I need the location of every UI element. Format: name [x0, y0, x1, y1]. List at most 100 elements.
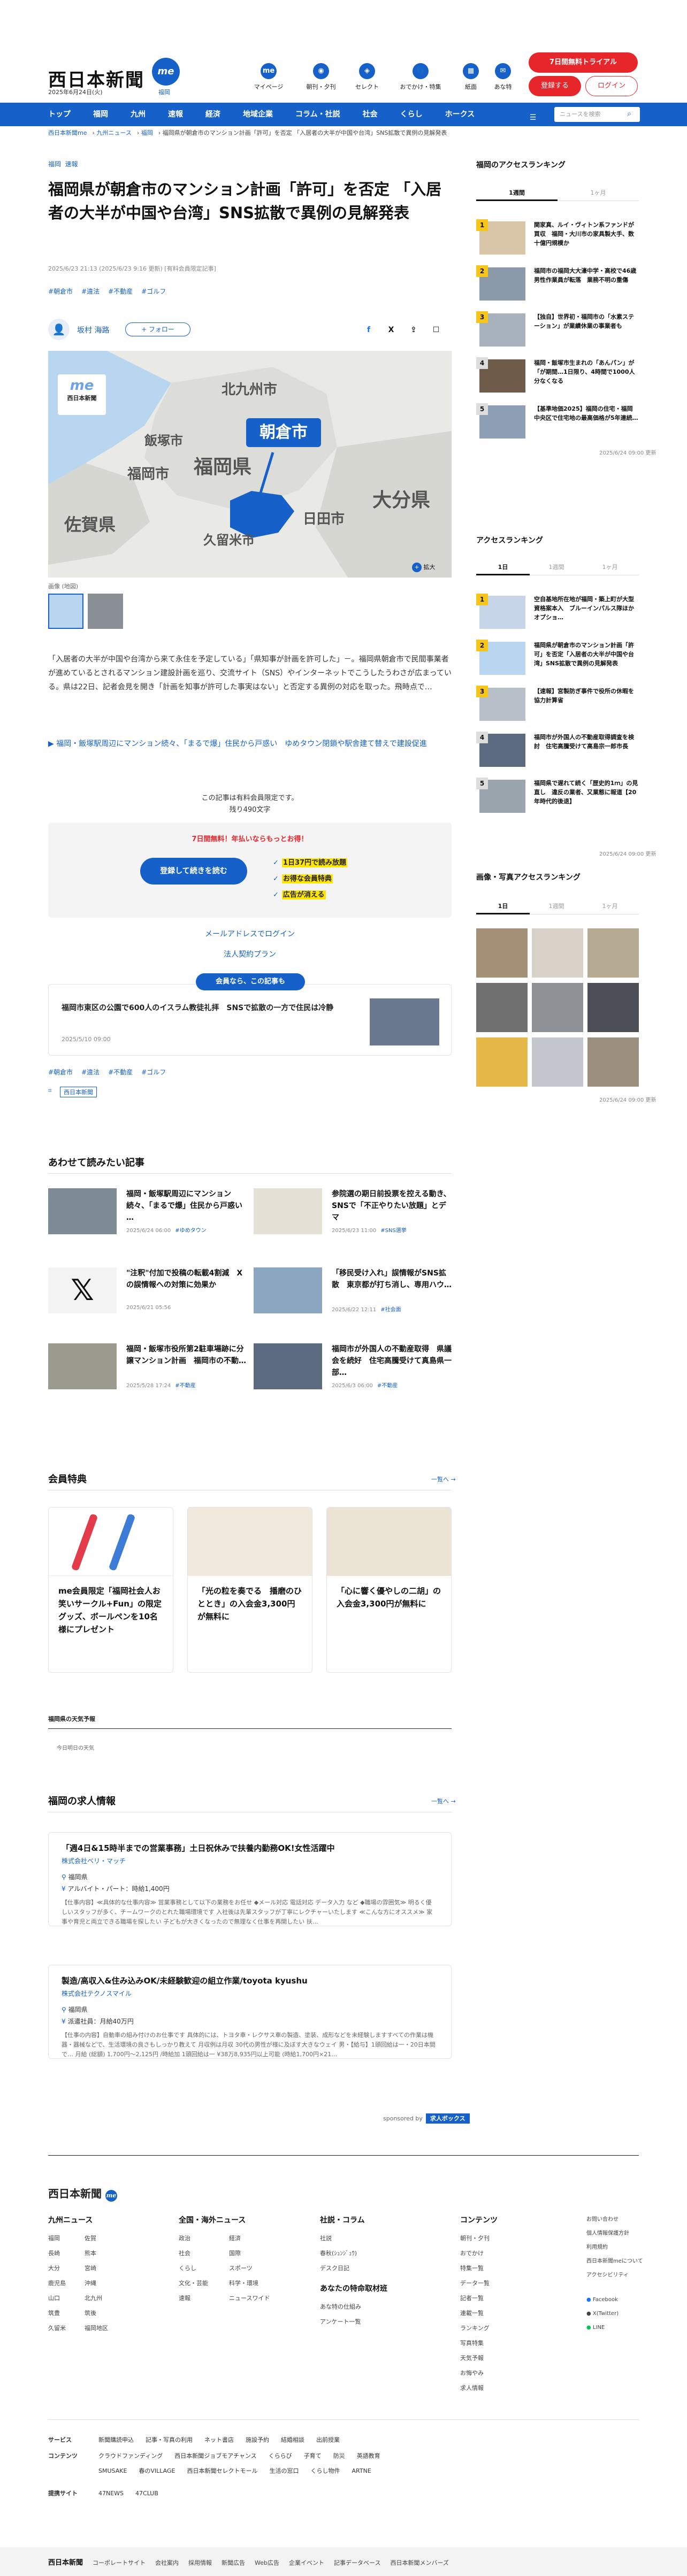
subscribe-button[interactable]: 登録して続きを読む: [140, 858, 247, 885]
ranking-item[interactable]: 2 福岡市の福岡大大濠中学・高校で46歳男性作業員が転落 業務不明の重傷: [476, 263, 639, 302]
member-article-card[interactable]: 福岡市東区の公園で600人のイスラム教徒礼拝 SNSで拡散の一方で住民は冷静 2…: [48, 984, 452, 1056]
photo-ranking-item[interactable]: [587, 928, 639, 978]
article-map-image[interactable]: me 西日本新聞 北九州市 飯塚市 朝倉市 福岡市 福岡県 佐賀県 日田市 久留…: [48, 351, 452, 578]
login-button[interactable]: ログイン: [585, 76, 638, 96]
hashtag[interactable]: #ゴルフ: [141, 1068, 166, 1076]
tab-day[interactable]: 1日: [476, 559, 530, 575]
nav-paper[interactable]: ◉ 朝刊・夕刊: [300, 63, 342, 91]
facebook-icon[interactable]: f: [362, 323, 376, 337]
recommended-item[interactable]: 参院選の期日前投票を控える動き、SNSで「不正やりたい放題」とデマ 2025/6…: [254, 1188, 452, 1234]
breadcrumb-item[interactable]: 福岡: [141, 129, 153, 136]
perk-card[interactable]: me会員限定「福岡社会人お笑いサークル+Fun」の限定グッズ、ボールペンを10名…: [48, 1507, 173, 1673]
hashtag[interactable]: #朝倉市: [48, 1068, 73, 1076]
sponsor-label[interactable]: sponsored by 求人ボックス: [383, 2113, 470, 2124]
gallery-thumb-photo[interactable]: [88, 594, 123, 629]
author-name[interactable]: 坂村 海路: [77, 325, 109, 335]
register-button[interactable]: 登録する: [529, 76, 581, 96]
category-tag[interactable]: 福岡: [48, 160, 61, 168]
facebook-link[interactable]: ● Facebook: [586, 2293, 643, 2307]
nav-kurashi[interactable]: くらし: [389, 103, 434, 126]
hashtag[interactable]: #違法: [81, 288, 100, 295]
photo-ranking-item[interactable]: [532, 928, 583, 978]
nav-mypage[interactable]: me マイページ: [247, 63, 290, 91]
zoom-button[interactable]: + 拡大: [412, 563, 436, 572]
yen-icon: ¥: [62, 2018, 68, 2025]
ranking-item[interactable]: 4 福岡・飯塚市生まれの「あんパン」が「が期間…1日限り、4時間で1000人分なく…: [476, 355, 639, 394]
category-tag[interactable]: 速報: [65, 160, 78, 168]
hashtag[interactable]: #朝倉市: [48, 288, 73, 295]
recommended-item[interactable]: 「移民受け入れ」誤情報がSNS拡散 東京都が打ち消し、専用ハウ… 2025/6/…: [254, 1267, 452, 1313]
header-area[interactable]: 福岡: [158, 88, 170, 96]
nav-keizai[interactable]: 経済: [194, 103, 232, 126]
bookmark-icon[interactable]: ☐: [429, 323, 443, 337]
x-link[interactable]: ● X(Twitter): [586, 2307, 643, 2321]
tab-week[interactable]: 1週間: [530, 559, 583, 575]
nav-fukuoka[interactable]: 福岡: [82, 103, 119, 126]
trial-button[interactable]: 7日間無料トライアル: [529, 52, 638, 73]
hashtag[interactable]: #違法: [81, 1068, 100, 1076]
nav-column[interactable]: コラム・社説: [284, 103, 352, 126]
ranking-item[interactable]: 4 福岡市が外国人の不動産取得調査を検討 住宅高騰受けて高島宗一郎市長: [476, 729, 639, 768]
line-link[interactable]: ● LINE: [586, 2321, 643, 2335]
tab-week[interactable]: 1週間: [530, 898, 583, 914]
subscribe-box: 7日間無料！年払いならもっとお得！ 登録して続きを読む ✓ 1日37円で読み放題 …: [48, 822, 452, 918]
nav-select[interactable]: ◈ セレクト: [346, 63, 388, 91]
email-login-link[interactable]: メールアドレスでログイン: [48, 928, 452, 939]
tab-month[interactable]: 1ヶ月: [558, 185, 639, 201]
tab-day[interactable]: 1日: [476, 898, 530, 914]
related-link[interactable]: ▶ 福岡・飯塚駅周辺にマンション続々、「まるで爆」住民から戸惑い ゆめタウン閉鎖…: [48, 737, 452, 751]
perks-more-link[interactable]: 一覧へ →: [431, 1475, 456, 1483]
article-meta: 2025/6/23 21:13 (2025/6/23 9:16 更新) [有料会…: [48, 265, 216, 272]
x-icon[interactable]: X: [384, 323, 398, 337]
recommended-image: [254, 1343, 322, 1389]
ranking-item[interactable]: 5 福岡県で遅れて続く「歴史的1ｍ」の見直し 違反の業者、又業態に報道【20年時代…: [476, 775, 639, 814]
photo-ranking-item[interactable]: [476, 928, 528, 978]
photo-ranking-item[interactable]: [476, 983, 528, 1032]
author-avatar-icon[interactable]: 👤: [48, 319, 70, 340]
nav-top[interactable]: トップ: [0, 103, 82, 126]
follow-button[interactable]: + フォロー: [125, 322, 190, 336]
nav-chiiki[interactable]: 地域企業: [232, 103, 284, 126]
map-label: 日田市: [303, 511, 345, 527]
corporate-plan-link[interactable]: 法人契約プラン: [48, 949, 452, 959]
photo-ranking-item[interactable]: [532, 983, 583, 1032]
tab-month[interactable]: 1ヶ月: [583, 559, 637, 575]
recommended-item[interactable]: 福岡市が外国人の不動産取得 県議会を続好 住宅高騰受けて真島県一部… 2025/…: [254, 1343, 452, 1389]
nav-shakai[interactable]: 社会: [352, 103, 389, 126]
search-icon[interactable]: ⌕: [627, 110, 631, 118]
recommended-item[interactable]: 福岡・飯塚駅周辺にマンション続々、「まるで爆」住民から戸惑い … 2025/6/…: [48, 1188, 246, 1234]
ranking-item[interactable]: 5 【基準地価2025】福岡の住宅・福岡 中央区で住宅地の最高価格が5年連続…: [476, 401, 639, 440]
ranking-item[interactable]: 3 【速報】宮製防ぎ事件で役所の休暇を協力計算省: [476, 683, 639, 722]
job-card[interactable]: 製造/高収入&住み込みOK/未経験歓迎の組立作業/toyota kyushu 株…: [48, 1965, 452, 2059]
ranking-item[interactable]: 3 【独自】世界初・福岡市の「水素ステーション」が業績休業の事業者も: [476, 309, 639, 348]
jobs-more-link[interactable]: 一覧へ →: [431, 1797, 456, 1805]
tab-month[interactable]: 1ヶ月: [583, 898, 637, 914]
breadcrumb-item[interactable]: 西日本新聞me: [48, 129, 87, 136]
photo-ranking-item[interactable]: [476, 1037, 528, 1087]
nav-hawks[interactable]: ホークス: [434, 103, 486, 126]
footer-logo[interactable]: 西日本新聞 me: [48, 2185, 117, 2202]
breadcrumb-item[interactable]: 九州ニュース: [96, 129, 131, 136]
photo-ranking-item[interactable]: [532, 1037, 583, 1087]
source-tag[interactable]: 西日本新聞: [60, 1087, 97, 1097]
share-icon[interactable]: ⇪: [407, 323, 421, 337]
nav-outing[interactable]: 👣 おでかけ・特集: [399, 63, 442, 91]
recommended-item[interactable]: 福岡・飯塚市役所第2駐車場跡に分譲マンション計画 福岡市の不動… 2025/5/…: [48, 1343, 246, 1389]
photo-ranking-item[interactable]: [587, 983, 639, 1032]
nav-sokuho[interactable]: 速報: [157, 103, 194, 126]
ranking-item[interactable]: 1 空自基地所在地が福岡・築上町が大型資格案本入 ブルーインパルス隊ほかオプショ…: [476, 591, 639, 630]
nav-kyushu[interactable]: 九州: [119, 103, 157, 126]
recommended-item[interactable]: 𝕏 "注釈"付加で投稿の転載4割減 X の誤情報への対策に効果か 2025/6/…: [48, 1267, 246, 1313]
job-card[interactable]: 「週4日&15時半までの営業事務」土日祝休みで扶養内勤務OK!女性活躍中 株式会…: [48, 1832, 452, 1926]
perk-card[interactable]: 「光の粒を奏でる 播磨のひととき」の入会金3,300円が無料に: [187, 1507, 312, 1673]
gallery-thumb-map[interactable]: [48, 594, 83, 629]
ranking-item[interactable]: 1 関家真、ルイ・ヴィトン系ファンドが買収 福岡・大川市の家具製大手、数十億円規模…: [476, 217, 639, 256]
perk-card[interactable]: 「心に響く優やしの二胡」の入会金3,300円が無料に: [326, 1507, 452, 1673]
hashtag[interactable]: #不動産: [108, 1068, 133, 1076]
hashtag[interactable]: #ゴルフ: [141, 288, 166, 295]
tab-week[interactable]: 1週間: [476, 185, 558, 201]
hashtag[interactable]: #不動産: [108, 288, 133, 295]
nav-anatoku[interactable]: ✉ あな特: [482, 63, 524, 91]
photo-ranking-item[interactable]: [587, 1037, 639, 1087]
ranking-item[interactable]: 2 福岡県が朝倉市のマンション計画「許可」を否定「入居者の大半が中国や台湾」SNS…: [476, 637, 639, 676]
